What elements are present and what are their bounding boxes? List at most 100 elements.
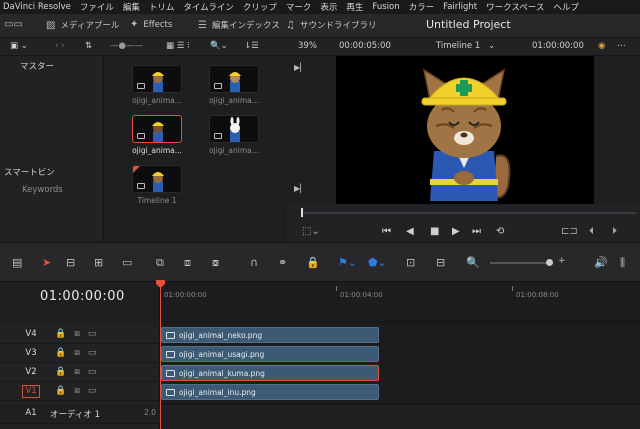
track-controls-icon[interactable]: 🔒⧈▭ bbox=[55, 367, 104, 377]
marker-icon[interactable]: ⬟⌄ bbox=[368, 256, 387, 269]
thumbnail-size-slider[interactable]: —●—— bbox=[110, 41, 143, 51]
flag-icon[interactable]: ⚑⌄ bbox=[338, 256, 357, 269]
go-to-end-icon[interactable]: ⏭ bbox=[472, 226, 481, 237]
menu-color[interactable]: カラー bbox=[409, 1, 435, 13]
menu-view[interactable]: 表示 bbox=[320, 1, 337, 13]
next-edit-icon[interactable]: ⏵ bbox=[612, 226, 617, 237]
track-header-v2[interactable]: V2 🔒⧈▭ bbox=[0, 364, 160, 382]
viewer-left-strip: ▶▏ ▶▏ bbox=[286, 56, 336, 204]
track-controls-icon[interactable]: 🔒⧈▭ bbox=[55, 348, 104, 358]
zoom-level[interactable]: 39% bbox=[298, 41, 317, 51]
menu-fusion[interactable]: Fusion bbox=[372, 2, 399, 12]
timeline-clip-v3[interactable]: ojigi_animal_usagi.png bbox=[161, 346, 379, 362]
trim-tool-icon[interactable]: ⊟ bbox=[66, 256, 75, 269]
timeline-clip-v2-selected[interactable]: ojigi_animal_kuma.png bbox=[161, 365, 379, 381]
image-icon bbox=[214, 133, 222, 139]
chevron-down-icon[interactable]: ⌄ bbox=[488, 41, 495, 51]
track-header-v4[interactable]: V4 🔒⧈▭ bbox=[0, 326, 160, 344]
speaker-icon[interactable]: 🔊 bbox=[594, 256, 608, 269]
transport-area: ⬚⌄ ⏮ ◀ ■ ▶ ⏭ ⟲ ⊏⊐ ⏴ ⏵ bbox=[286, 204, 640, 242]
lock-icon[interactable]: 🔒 bbox=[306, 256, 320, 269]
effects-button[interactable]: ✦ Effects bbox=[130, 19, 172, 30]
more-options-icon[interactable]: ⋯ bbox=[617, 41, 626, 51]
top-toolbar: ▭▭ ▨ メディアプール ✦ Effects ☰ 編集インデックス ♫ サウンド… bbox=[0, 14, 640, 38]
timeline-clip-v4[interactable]: ojigi_animal_neko.png bbox=[161, 327, 379, 343]
zoom-in-icon[interactable]: + bbox=[558, 256, 566, 266]
play-icon[interactable]: ▶ bbox=[452, 226, 460, 237]
menu-mark[interactable]: マーク bbox=[286, 1, 312, 13]
viewer-mode-icon[interactable]: ⬚⌄ bbox=[302, 226, 320, 237]
menu-help[interactable]: ヘルプ bbox=[553, 1, 579, 13]
match-frame-icon[interactable]: ⊏⊐ bbox=[561, 226, 578, 237]
ruler-label: 01:00:08:00 bbox=[516, 291, 559, 299]
track-controls-icon[interactable]: 🔒⧈▭ bbox=[55, 386, 104, 396]
play-forward-icon[interactable]: ▶▏ bbox=[294, 63, 306, 72]
zoom-slider-handle[interactable] bbox=[546, 259, 553, 266]
current-timecode: 01:00:00:00 bbox=[532, 41, 584, 51]
menu-clip[interactable]: クリップ bbox=[243, 1, 277, 13]
timeline-selector[interactable]: Timeline 1 bbox=[436, 41, 480, 51]
timeline-playhead[interactable] bbox=[160, 282, 161, 429]
grid-view-icon[interactable]: ▦ ☰ ⁝ bbox=[166, 41, 190, 51]
media-clip[interactable]: ojigi_anima... bbox=[132, 65, 182, 105]
media-clip[interactable]: ojigi_anima... bbox=[209, 65, 259, 105]
duration-timecode: 00:00:05:00 bbox=[339, 41, 391, 51]
sort-icon[interactable]: ⇅ bbox=[85, 41, 92, 51]
timeline-clip[interactable]: Timeline 1 bbox=[132, 165, 182, 205]
go-to-start-icon[interactable]: ⏮ bbox=[382, 226, 391, 237]
viewer-canvas[interactable] bbox=[336, 56, 594, 204]
timeline-clip-v1[interactable]: ojigi_animal_inu.png bbox=[161, 384, 379, 400]
layout-icon[interactable]: ▤ bbox=[12, 256, 22, 269]
panel-layout-icon[interactable]: ▣ ⌄ bbox=[10, 41, 28, 51]
loop-icon[interactable]: ⟲ bbox=[496, 226, 504, 237]
master-bin[interactable]: マスター bbox=[20, 60, 54, 72]
zoom-full-icon[interactable]: ⊡ bbox=[406, 256, 415, 269]
link-icon[interactable]: ⚭ bbox=[278, 256, 287, 269]
color-wheel-icon[interactable]: ◉ bbox=[598, 41, 605, 51]
track-header-a1[interactable]: A1 オーディオ 1 2.0 bbox=[0, 404, 160, 424]
media-clip[interactable]: ojigi_anima... bbox=[209, 115, 259, 155]
snapping-icon[interactable]: ∩ bbox=[250, 256, 258, 269]
menu-edit[interactable]: 編集 bbox=[123, 1, 140, 13]
scrub-playhead[interactable] bbox=[301, 208, 303, 217]
search-icon[interactable]: 🔍⌄ bbox=[210, 41, 228, 51]
zoom-custom-icon[interactable]: 🔍 bbox=[466, 256, 480, 269]
sound-library-button[interactable]: ♫ サウンドライブラリ bbox=[286, 19, 376, 32]
menu-app[interactable]: DaVinci Resolve bbox=[3, 2, 71, 12]
secondary-bar: ▣ ⌄ ‹ › ⇅ —●—— ▦ ☰ ⁝ 🔍⌄ ⇂☰ 39% 00:00:05:… bbox=[0, 38, 640, 56]
keywords-bin[interactable]: Keywords bbox=[22, 185, 63, 195]
track-header-v1[interactable]: V1 🔒⧈▭ bbox=[0, 383, 160, 401]
menu-playback[interactable]: 再生 bbox=[346, 1, 363, 13]
zoom-detail-icon[interactable]: ⊟ bbox=[436, 256, 445, 269]
menu-trim[interactable]: トリム bbox=[149, 1, 175, 13]
timeline-ruler[interactable]: 01:00:00:00 01:00:04:00 01:00:08:00 bbox=[160, 282, 640, 322]
sort-order-icon[interactable]: ⇂☰ bbox=[244, 41, 259, 51]
track-controls-icon[interactable]: 🔒⧈▭ bbox=[55, 329, 104, 339]
menu-workspace[interactable]: ワークスペース bbox=[486, 1, 544, 13]
audio-track-label: オーディオ 1 bbox=[50, 410, 101, 420]
play-reverse-icon[interactable]: ◀ bbox=[406, 226, 414, 237]
play-forward-icon[interactable]: ▶▏ bbox=[294, 184, 306, 193]
menu-file[interactable]: ファイル bbox=[80, 1, 114, 13]
media-pool-button[interactable]: ▨ メディアプール bbox=[46, 19, 119, 32]
prev-edit-icon[interactable]: ⏴ bbox=[589, 226, 594, 237]
blade-tool-icon[interactable]: ▭ bbox=[122, 256, 132, 269]
audio-track-level: 2.0 bbox=[144, 408, 156, 417]
audio-meter-icon[interactable]: ⫼ bbox=[620, 256, 625, 270]
menu-timeline[interactable]: タイムライン bbox=[183, 1, 233, 13]
panel-toggle-icon[interactable]: ▭▭ bbox=[4, 19, 28, 30]
edit-index-button[interactable]: ☰ 編集インデックス bbox=[198, 19, 280, 32]
dynamic-trim-icon[interactable]: ⊞ bbox=[94, 256, 103, 269]
nav-back-forward-icon[interactable]: ‹ › bbox=[55, 41, 65, 51]
scrub-bar[interactable] bbox=[302, 212, 636, 214]
stop-icon[interactable]: ■ bbox=[430, 226, 439, 237]
insert-clip-icon[interactable]: ⧉ bbox=[156, 256, 164, 270]
audio-track-lane[interactable] bbox=[160, 404, 640, 429]
media-clip-selected[interactable]: ojigi_anima... bbox=[132, 115, 182, 155]
selection-tool-icon[interactable]: ➤ bbox=[42, 256, 51, 269]
timeline-zoom-slider[interactable] bbox=[490, 262, 550, 264]
replace-clip-icon[interactable]: ⧇ bbox=[212, 256, 219, 270]
menu-fairlight[interactable]: Fairlight bbox=[443, 2, 477, 12]
overwrite-clip-icon[interactable]: ⧈ bbox=[184, 256, 191, 270]
track-header-v3[interactable]: V3 🔒⧈▭ bbox=[0, 345, 160, 363]
